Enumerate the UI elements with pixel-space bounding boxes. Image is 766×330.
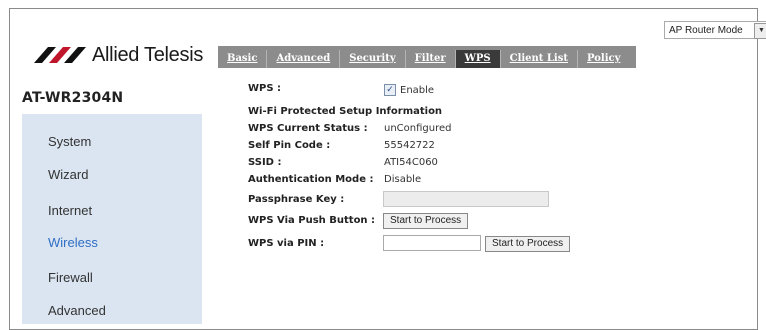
sidebar: System Wizard Internet Wireless Firewall… [22,114,202,324]
wps-label: WPS : [248,83,282,94]
allied-telesis-logo-icon [34,47,86,63]
ssid-label: SSID : [248,157,282,168]
self-pin-value: 55542722 [384,140,435,151]
sidebar-item-system[interactable]: System [48,134,91,149]
wps-pin-input[interactable] [383,235,481,251]
ssid-value: ATI54C060 [384,157,438,168]
tab-security[interactable]: Security [340,50,406,68]
tab-basic[interactable]: Basic [218,50,268,68]
auth-mode-label: Authentication Mode : [248,174,374,185]
wps-pin-label: WPS via PIN : [248,238,325,249]
tab-advanced[interactable]: Advanced [267,50,341,68]
sidebar-item-wireless[interactable]: Wireless [48,235,98,250]
self-pin-label: Self Pin Code : [248,140,331,151]
mode-select[interactable]: AP Router Mode ▼ [664,21,766,39]
sidebar-item-internet[interactable]: Internet [48,203,92,218]
tab-client-list[interactable]: Client List [501,50,578,68]
brand-logo: Allied Telesis [34,40,203,70]
pin-start-button[interactable]: Start to Process [485,236,571,252]
wps-status-value: unConfigured [384,123,452,134]
wps-info-heading: Wi-Fi Protected Setup Information [248,106,443,117]
push-button-label: WPS Via Push Button : [248,215,376,226]
tab-policy[interactable]: Policy [578,50,629,68]
wps-enable-checkbox[interactable]: ✓ [384,84,396,96]
auth-mode-value: Disable [384,174,422,185]
product-name: AT-WR2304N [22,90,124,106]
wps-enable-label: Enable [400,85,435,96]
sidebar-item-wizard[interactable]: Wizard [48,167,88,182]
brand-name: Allied Telesis [92,43,204,66]
chevron-down-icon[interactable]: ▼ [754,23,766,39]
passphrase-input[interactable] [383,191,549,207]
mode-select-value: AP Router Mode [669,25,743,36]
tab-wps[interactable]: WPS [455,50,501,68]
push-start-button[interactable]: Start to Process [383,213,469,229]
tab-filter[interactable]: Filter [406,50,456,68]
passphrase-label: Passphrase Key : [248,194,345,205]
top-navigation: Basic Advanced Security Filter WPS Clien… [218,46,636,68]
wps-status-label: WPS Current Status : [248,123,368,134]
sidebar-item-firewall[interactable]: Firewall [48,270,93,285]
